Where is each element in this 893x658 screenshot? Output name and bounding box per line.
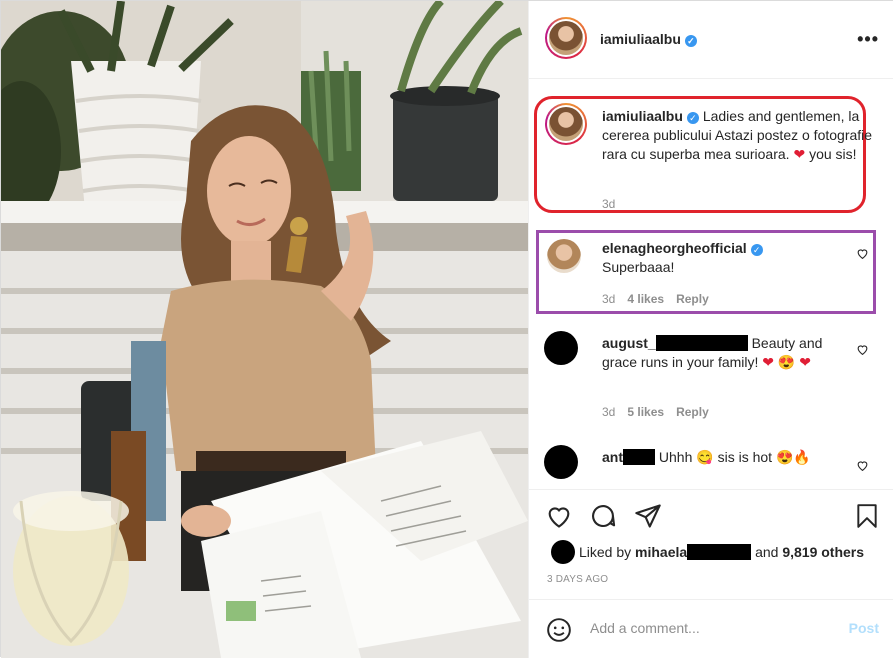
reply-button[interactable]: Reply	[676, 292, 709, 306]
liker-avatar-redacted[interactable]	[551, 540, 575, 564]
fire-emoji: 🔥	[793, 449, 811, 465]
add-comment-bar: Post	[529, 599, 893, 658]
redacted-block	[623, 449, 655, 465]
post-comment-button[interactable]: Post	[849, 620, 879, 636]
share-icon[interactable]	[634, 502, 662, 530]
comment-text: august_ Beauty and grace runs in your fa…	[602, 334, 855, 372]
post-panel: iamiuliaalbu ✓ ••• iamiuliaalbu ✓ Ladies a…	[528, 1, 893, 658]
add-comment-input[interactable]	[590, 617, 830, 639]
commenter-username[interactable]: elenagheorgheofficial	[602, 240, 747, 256]
author-avatar[interactable]	[545, 17, 587, 59]
caption-avatar[interactable]	[545, 103, 587, 145]
like-comment-heart-icon[interactable]	[856, 343, 869, 356]
post-photo[interactable]	[1, 1, 528, 658]
red-heart-emoji: ❤	[762, 354, 775, 370]
caption: iamiuliaalbu ✓ Ladies and gentlemen, la c…	[529, 103, 893, 213]
photo-illustration	[1, 1, 528, 658]
comment-likes[interactable]: 5 likes	[627, 405, 664, 419]
caption-username[interactable]: iamiuliaalbu	[602, 108, 683, 124]
verified-icon: ✓	[750, 244, 763, 256]
more-icon[interactable]: •••	[857, 29, 879, 50]
comment-item: august_ Beauty and grace runs in your fa…	[529, 331, 893, 421]
liked-by-user[interactable]: mihaela	[635, 544, 687, 560]
comment-body-2: sis is hot	[717, 449, 773, 465]
comment-time[interactable]: 3d	[602, 405, 615, 419]
heart-eyes-emoji: 😍	[775, 449, 794, 465]
commenter-avatar[interactable]	[547, 239, 581, 273]
comment-item: elenagheorgheofficial ✓ Superbaaa! 3d 4 li…	[529, 239, 893, 309]
commenter-avatar-redacted[interactable]	[544, 331, 578, 365]
commenter-username[interactable]: august_	[602, 335, 656, 351]
post-time-ago[interactable]: 3 DAYS AGO	[547, 574, 608, 585]
smile-icon[interactable]	[546, 617, 572, 643]
verified-icon: ✓	[686, 112, 699, 124]
likes-count[interactable]: 9,819 others	[782, 544, 864, 560]
like-comment-heart-icon[interactable]	[856, 459, 869, 472]
red-heart-emoji: ❤	[793, 146, 806, 162]
instagram-post: iamiuliaalbu ✓ ••• iamiuliaalbu ✓ Ladies a…	[0, 0, 893, 658]
reply-button[interactable]: Reply	[676, 405, 709, 419]
bookmark-icon[interactable]	[854, 502, 880, 530]
post-actions: Liked by mihaela and 9,819 others 3 DAYS…	[529, 489, 893, 599]
caption-body-end: you sis!	[809, 146, 857, 162]
post-header: iamiuliaalbu ✓ •••	[529, 1, 893, 79]
comment-icon[interactable]	[589, 502, 617, 530]
comment-time[interactable]: 3d	[602, 292, 615, 306]
like-comment-heart-icon[interactable]	[856, 247, 869, 260]
heart-eyes-emoji: 😍	[777, 354, 796, 370]
comment-likes[interactable]: 4 likes	[627, 292, 664, 306]
comment-body: Superbaaa!	[602, 259, 675, 275]
commenter-avatar-redacted[interactable]	[544, 445, 578, 479]
verified-icon: ✓	[684, 35, 697, 47]
redacted-block	[687, 544, 752, 560]
heart-icon[interactable]	[545, 502, 573, 530]
red-heart-emoji: ❤	[799, 354, 811, 370]
comment-text: elenagheorgheofficial ✓ Superbaaa!	[602, 239, 855, 277]
comment-meta: 3d 4 likes Reply	[602, 292, 709, 306]
comment-meta: 3d 5 likes Reply	[602, 405, 709, 419]
liked-by-line[interactable]: Liked by mihaela and 9,819 others	[579, 544, 864, 560]
commenter-username[interactable]: ant	[602, 449, 623, 465]
comment-item: ant Uhhh 😋 sis is hot 😍🔥	[529, 445, 893, 489]
comment-body: Uhhh	[658, 449, 693, 465]
redacted-block	[655, 335, 748, 351]
caption-time[interactable]: 3d	[602, 197, 615, 211]
author-username[interactable]: iamiuliaalbu ✓	[600, 31, 697, 47]
caption-text: iamiuliaalbu ✓ Ladies and gentlemen, la c…	[602, 107, 885, 164]
comment-text: ant Uhhh 😋 sis is hot 😍🔥	[602, 448, 855, 467]
comments-section[interactable]: iamiuliaalbu ✓ Ladies and gentlemen, la c…	[529, 79, 893, 489]
yum-emoji: 😋	[696, 449, 714, 465]
